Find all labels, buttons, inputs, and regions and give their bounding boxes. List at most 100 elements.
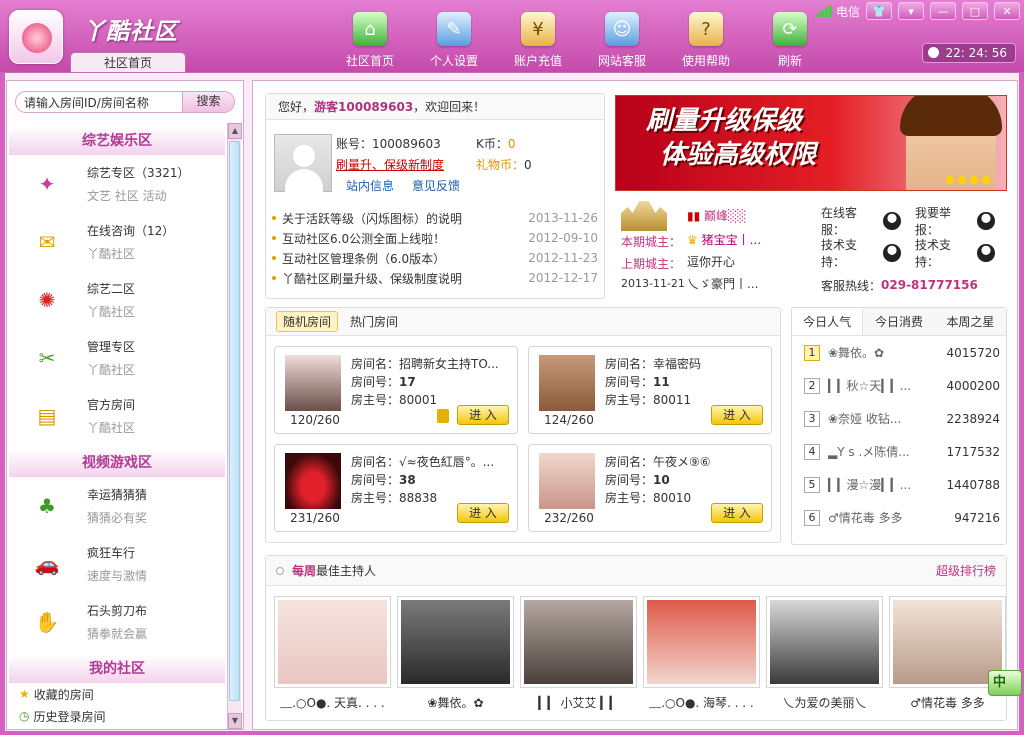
scroll-up-icon[interactable]: ▲	[228, 123, 242, 139]
host-photo	[401, 600, 510, 684]
nav-settings[interactable]: ✎ 个人设置	[412, 8, 496, 69]
search-button[interactable]: 搜索	[182, 92, 234, 112]
sidebar-item-manage[interactable]: ✂ 管理专区 丫酷社区	[9, 329, 225, 387]
room-thumbnail[interactable]	[539, 355, 595, 411]
section-variety: 综艺娱乐区	[9, 127, 225, 155]
feedback-link[interactable]: 意见反馈	[412, 179, 460, 193]
official-icon: ▤	[37, 404, 57, 428]
table-row[interactable]: 6 ♂情花毒 多多 947216	[792, 501, 1006, 534]
minimize-button[interactable]: —	[930, 2, 956, 20]
enter-room-button[interactable]: 进 入	[457, 503, 509, 523]
table-row[interactable]: 2 ▎▎秋☆天▎▎... 4000200	[792, 369, 1006, 402]
sidebar-item-car[interactable]: 🚗 疯狂车行 速度与激情	[9, 535, 225, 593]
search-input[interactable]: 请输入房间ID/房间名称	[16, 94, 182, 111]
nav-help[interactable]: ? 使用帮助	[664, 8, 748, 69]
account-info: 账号：100089603 刷量升、保级新制度 站内信息 意见反馈	[336, 137, 461, 193]
castle-icon	[621, 201, 667, 231]
room-card: 232/260 房间名：午夜メ⑨⑥ 房间号：10 房主号：80010 进 入	[528, 444, 772, 532]
qq-icon[interactable]	[977, 244, 995, 262]
room-card: 231/260 房间名：√≈夜色紅唇°。... 房间号：38 房主号：88838 进…	[274, 444, 518, 532]
sidebar-item-variety2[interactable]: ✺ 综艺二区 丫酷社区	[9, 271, 225, 329]
tab-today-spending[interactable]: 今日消费	[863, 308, 934, 335]
host-card[interactable]: 乀为爱の美丽乀	[766, 596, 883, 711]
table-row[interactable]: 4 ▂Y s .メ陈倩... 1717532	[792, 435, 1006, 468]
ime-indicator[interactable]: 中	[988, 670, 1022, 696]
best-hosts-box: 每周最佳主持人 超级排行榜 ﹏.○O●. 天真. . . . ❀舞依。✿ ▎▎ …	[265, 555, 1007, 721]
nav-home[interactable]: ⌂ 社区首页	[328, 8, 412, 69]
sidebar-item-hand[interactable]: ✋ 石头剪刀布 猜拳就会赢	[9, 593, 225, 651]
tab-community-home[interactable]: 社区首页	[70, 52, 186, 74]
sidebar-item-consult[interactable]: ✉ 在线咨询（12） 丫酷社区	[9, 213, 225, 271]
enter-room-button[interactable]: 进 入	[711, 503, 763, 523]
qq-icon[interactable]	[977, 212, 995, 230]
promo-banner[interactable]: 刷量升级保级 体验高级权限	[615, 95, 1007, 191]
carrier-label: 电信	[835, 4, 860, 19]
host-card[interactable]: ﹏.○O●. 海琴. . . .	[643, 596, 760, 711]
table-row[interactable]: 5 ▎▎漫☆漫▎▎... 1440788	[792, 468, 1006, 501]
host-card[interactable]: ▎▎ 小艾艾 ▎▎	[520, 596, 637, 711]
room-thumbnail[interactable]	[285, 453, 341, 509]
sidebar-list: 综艺娱乐区 ✦ 综艺专区（3321） 文艺 社区 活动 ✉ 在线咨询（12） 丫酷社区 …	[9, 123, 225, 729]
host-card[interactable]: ❀舞依。✿	[397, 596, 514, 711]
skin-button[interactable]: 👕	[866, 2, 892, 20]
main-nav: ⌂ 社区首页 ✎ 个人设置 ¥ 账户充值 ☺ 网站客服 ? 使用帮助 ⟳ 刷新	[328, 8, 832, 69]
host-photo	[647, 600, 756, 684]
banner-pager[interactable]	[946, 176, 990, 184]
message-link[interactable]: 站内信息	[346, 179, 394, 193]
main-panel: 您好，游客100089603，欢迎回来！ 账号：100089603 刷量升、保级…	[252, 80, 1018, 730]
variety-icon: ✦	[38, 172, 56, 196]
table-row[interactable]: 1 ❀舞依。✿ 4015720	[792, 336, 1006, 369]
close-button[interactable]: ✕	[994, 2, 1020, 20]
list-item[interactable]: 关于活跃等级（闪烁图标）的说明 2013-11-26	[272, 208, 598, 228]
table-row[interactable]: 3 ❀奈娅 收钻... 2238924	[792, 402, 1006, 435]
sidebar-item-favorites[interactable]: ★ 收藏的房间	[9, 683, 225, 705]
nav-recharge[interactable]: ¥ 账户充值	[496, 8, 580, 69]
upgrade-link[interactable]: 刷量升、保级新制度	[336, 155, 460, 176]
firework-icon: ✺	[38, 288, 56, 312]
rooms-box: 随机房间 热门房间 120/260 房间名：招聘新女主持TO... 房间号：17 房…	[265, 307, 781, 543]
maximize-button[interactable]: □	[962, 2, 988, 20]
sidebar-item-lucky[interactable]: ♣ 幸运猜猜猜 猜猜必有奖	[9, 477, 225, 535]
sidebar-item-history[interactable]: ◷ 历史登录房间	[9, 705, 225, 727]
scroll-down-icon[interactable]: ▼	[228, 713, 242, 729]
tab-today-popular[interactable]: 今日人气	[792, 308, 864, 335]
lock-icon	[437, 409, 449, 423]
hosts-row: ﹏.○O●. 天真. . . . ❀舞依。✿ ▎▎ 小艾艾 ▎▎ ﹏.○O●. …	[274, 596, 1006, 711]
app-brand: 丫酷社区	[82, 19, 178, 45]
history-icon: ◷	[19, 709, 30, 723]
list-item[interactable]: 丫酷社区刷量升级、保级制度说明 2012-12-17	[272, 268, 598, 288]
system-bar: 电信 👕 ▾ — □ ✕	[816, 0, 1024, 22]
settings-icon: ✎	[437, 12, 471, 46]
room-thumbnail[interactable]	[539, 453, 595, 509]
tab-random-rooms[interactable]: 随机房间	[276, 311, 339, 332]
welcome-header: 您好，游客100089603，欢迎回来！	[266, 94, 604, 120]
panel-splitter[interactable]	[243, 380, 251, 430]
menu-button[interactable]: ▾	[898, 2, 924, 20]
sidebar-scrollbar[interactable]: ▲ ▼	[227, 123, 242, 729]
host-card[interactable]: ﹏.○O●. 天真. . . .	[274, 596, 391, 711]
sidebar-item-official[interactable]: ▤ 官方房间 丫酷社区	[9, 387, 225, 445]
enter-room-button[interactable]: 进 入	[711, 405, 763, 425]
current-owner: ♛ 猪宝宝丨...	[687, 233, 762, 247]
consult-icon: ✉	[38, 230, 56, 254]
list-item[interactable]: 互动社区管理条例（6.0版本） 2012-11-23	[272, 248, 598, 268]
room-search: 请输入房间ID/房间名称 搜索	[15, 91, 235, 113]
host-photo	[770, 600, 879, 684]
tab-weekly-star[interactable]: 本周之星	[935, 308, 1006, 335]
qq-icon[interactable]	[883, 244, 901, 262]
super-ranking-link[interactable]: 超级排行榜	[936, 562, 996, 579]
coin-info: K币：0 礼物币：0	[476, 137, 532, 172]
qq-icon[interactable]	[883, 212, 901, 230]
enter-room-button[interactable]: 进 入	[457, 405, 509, 425]
scroll-thumb[interactable]	[229, 141, 240, 701]
nav-support[interactable]: ☺ 网站客服	[580, 8, 664, 69]
ranking-box: 今日人气 今日消费 本周之星 1 ❀舞依。✿ 4015720 2 ▎▎秋☆天▎▎...…	[791, 307, 1007, 545]
room-card: 120/260 房间名：招聘新女主持TO... 房间号：17 房主号：80001 进…	[274, 346, 518, 434]
welcome-box: 您好，游客100089603，欢迎回来！ 账号：100089603 刷量升、保级…	[265, 93, 605, 299]
tab-hot-rooms[interactable]: 热门房间	[344, 312, 404, 331]
room-thumbnail[interactable]	[285, 355, 341, 411]
sidebar-item-variety[interactable]: ✦ 综艺专区（3321） 文艺 社区 活动	[9, 155, 225, 213]
avatar[interactable]	[274, 134, 332, 193]
recharge-icon: ¥	[521, 12, 555, 46]
list-item[interactable]: 互动社区6.0公测全面上线啦！ 2012-09-10	[272, 228, 598, 248]
